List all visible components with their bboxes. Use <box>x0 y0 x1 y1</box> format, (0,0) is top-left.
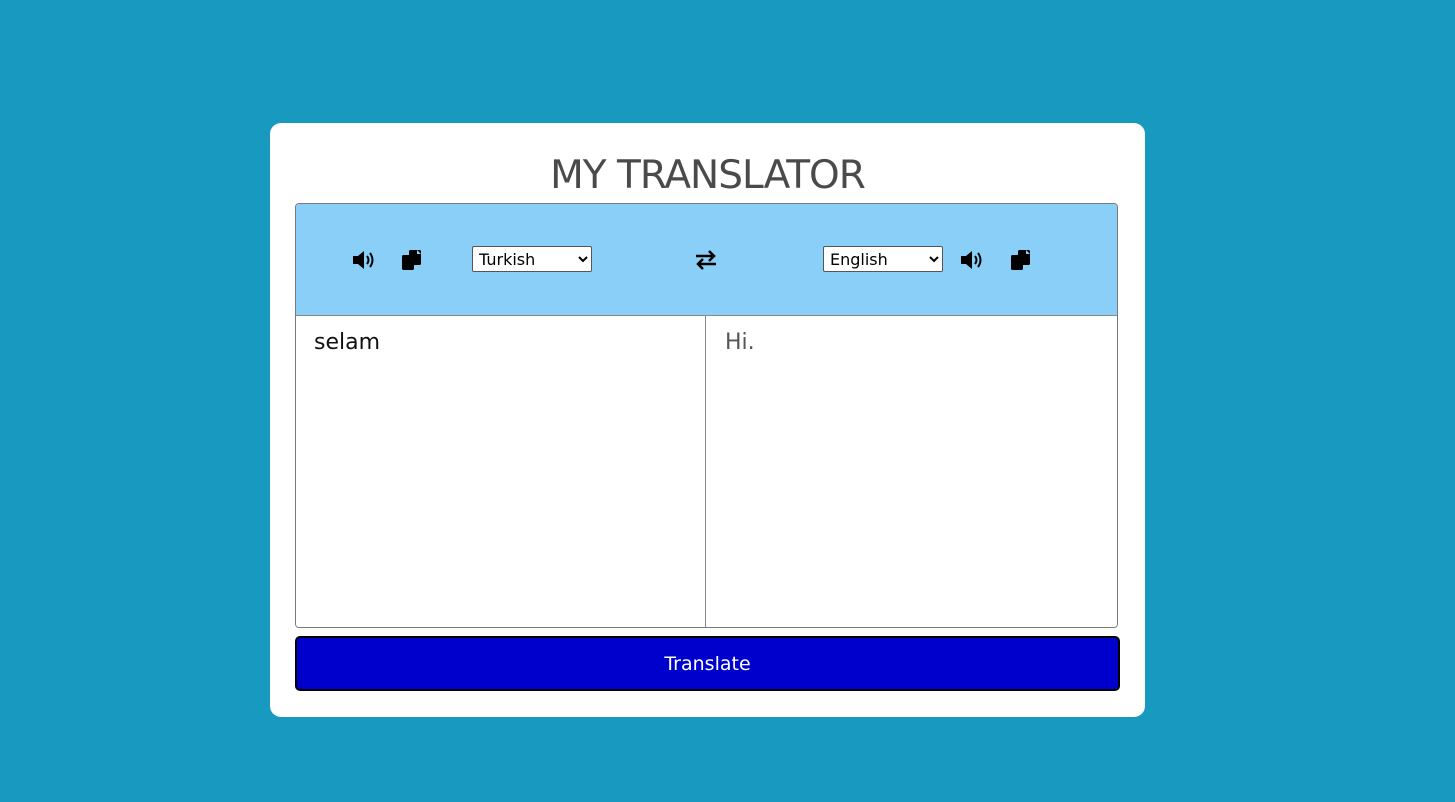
target-copy-icon[interactable] <box>1008 248 1034 272</box>
translated-text-output[interactable]: Hi. <box>707 316 1117 627</box>
source-volume-icon[interactable] <box>351 248 377 272</box>
source-language-select[interactable]: Turkish English <box>472 246 592 272</box>
translate-button[interactable]: Translate <box>295 636 1120 691</box>
translator-card: MY TRANSLATOR Turkish English selam Hi. … <box>270 123 1145 717</box>
source-copy-icon[interactable] <box>399 248 425 272</box>
controls-toolbar: Turkish English English Turkish <box>296 204 1117 316</box>
target-volume-icon[interactable] <box>959 248 985 272</box>
swap-languages-icon[interactable] <box>693 248 719 272</box>
page-title: MY TRANSLATOR <box>550 153 866 198</box>
translator-panel: Turkish English English Turkish <box>295 203 1118 628</box>
target-language-select[interactable]: English Turkish <box>823 246 943 272</box>
text-areas: selam Hi. <box>296 316 1117 627</box>
source-text-input[interactable]: selam <box>296 316 706 627</box>
